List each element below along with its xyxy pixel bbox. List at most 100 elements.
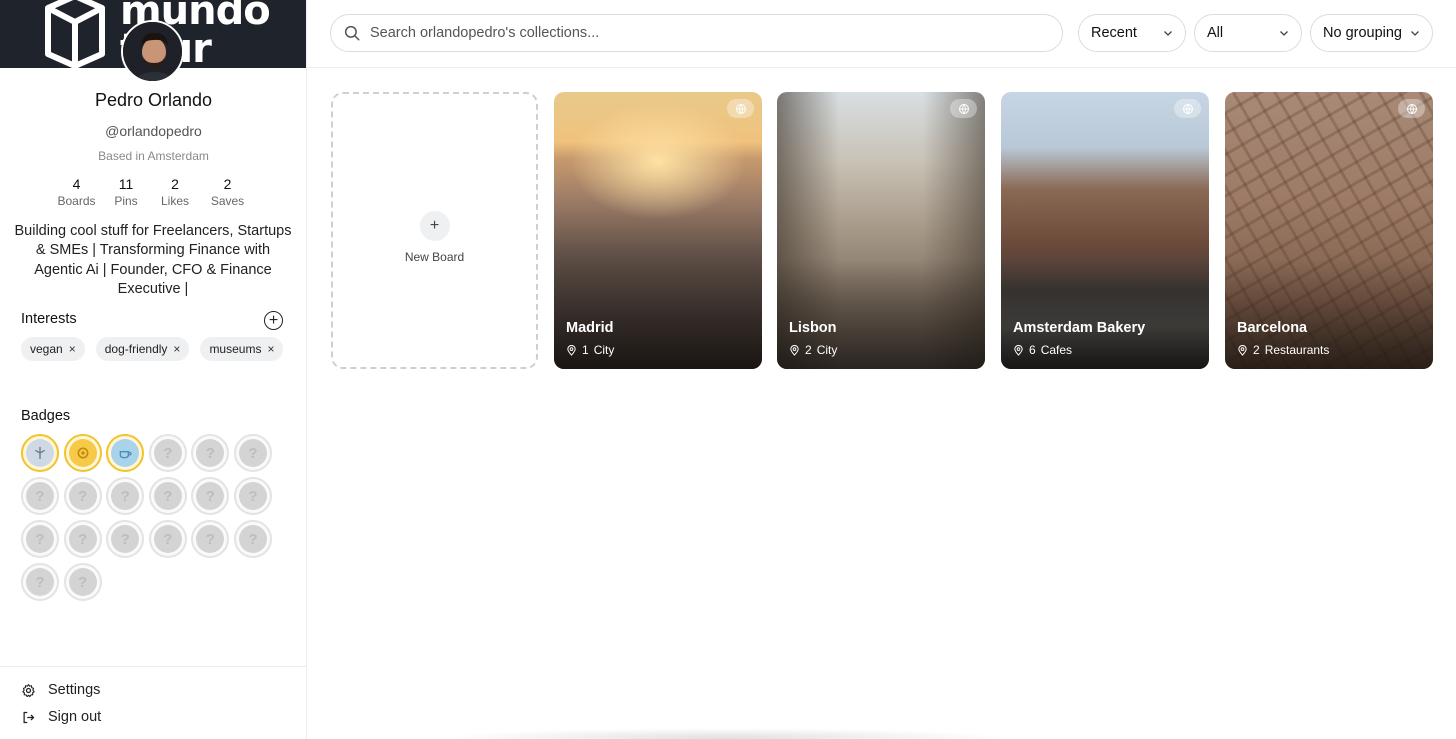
interest-chip-vegan[interactable]: vegan ×	[21, 337, 85, 361]
locked-badge[interactable]: ?	[191, 434, 230, 472]
question-mark-icon: ?	[196, 439, 225, 467]
locked-badge[interactable]: ?	[191, 477, 230, 515]
profile-location: Based in Amsterdam	[98, 149, 209, 163]
stat-value: 2	[171, 176, 179, 192]
locked-badge[interactable]: ?	[21, 563, 59, 601]
public-globe-icon	[1398, 99, 1425, 118]
board-category: City	[593, 343, 615, 357]
board-title: Barcelona	[1237, 320, 1308, 336]
signout-link[interactable]: Sign out	[21, 709, 101, 725]
add-interest-button[interactable]: +	[264, 311, 283, 330]
locked-badge[interactable]: ?	[63, 477, 102, 515]
locked-badge[interactable]: ?	[233, 477, 272, 515]
search-icon	[344, 25, 360, 41]
stat-value: 2	[223, 176, 232, 192]
public-globe-icon	[950, 99, 977, 118]
question-mark-icon: ?	[238, 525, 267, 553]
board-card-madrid[interactable]: Madrid 1 City	[554, 92, 762, 369]
public-globe-icon	[727, 99, 754, 118]
profile-handle: @orlandopedro	[105, 123, 202, 139]
badge-icon	[111, 439, 140, 467]
chevron-down-icon	[1280, 31, 1288, 36]
stat-pins[interactable]: 11 Pins	[103, 176, 149, 212]
stat-boards[interactable]: 4 Boards	[50, 176, 103, 212]
sidebar-divider	[0, 666, 307, 667]
board-meta: 6 Cafes	[1013, 343, 1072, 357]
board-card-lisbon[interactable]: Lisbon 2 City	[777, 92, 985, 369]
question-mark-icon: ?	[26, 568, 54, 596]
question-mark-icon: ?	[68, 482, 97, 510]
remove-chip-icon[interactable]: ×	[69, 342, 76, 356]
search-box[interactable]	[330, 14, 1063, 52]
board-category: Restaurants	[1264, 343, 1330, 357]
sort-dropdown-value: Recent	[1091, 25, 1137, 41]
board-title: Madrid	[566, 320, 614, 336]
locked-badge[interactable]: ?	[148, 477, 187, 515]
remove-chip-icon[interactable]: ×	[173, 342, 180, 356]
badges-heading: Badges	[21, 408, 71, 424]
search-input[interactable]	[370, 25, 1020, 41]
board-pin-count: 6	[1029, 343, 1036, 357]
stat-value: 11	[118, 176, 134, 192]
earned-badge[interactable]	[21, 434, 59, 472]
public-globe-icon	[1174, 99, 1201, 118]
grouping-dropdown[interactable]: No grouping	[1310, 14, 1433, 52]
locked-badge[interactable]: ?	[148, 520, 187, 558]
question-mark-icon: ?	[153, 482, 182, 510]
interest-chip-museums[interactable]: museums ×	[200, 337, 284, 361]
earned-badge[interactable]	[63, 434, 102, 472]
badge-icon	[26, 439, 54, 467]
question-mark-icon: ?	[26, 525, 54, 553]
locked-badge[interactable]: ?	[21, 520, 59, 558]
gear-icon	[22, 683, 35, 697]
locked-badge[interactable]: ?	[233, 520, 272, 558]
stat-saves[interactable]: 2 Saves	[201, 176, 254, 212]
sidebar-border	[306, 0, 307, 739]
locked-badge[interactable]: ?	[63, 520, 102, 558]
locked-badge[interactable]: ?	[106, 477, 145, 515]
sort-dropdown[interactable]: Recent	[1078, 14, 1186, 52]
board-pin-count: 2	[1253, 343, 1260, 357]
settings-link[interactable]: Settings	[21, 682, 100, 698]
board-title: Lisbon	[789, 320, 837, 336]
locked-badge[interactable]: ?	[191, 520, 230, 558]
badge-icon	[68, 439, 97, 467]
question-mark-icon: ?	[153, 439, 182, 467]
question-mark-icon: ?	[238, 439, 267, 467]
new-board-button[interactable]: + New Board	[331, 92, 538, 369]
badges-grid: ?????????????????	[21, 434, 281, 601]
earned-badge[interactable]	[106, 434, 145, 472]
avatar-portrait-icon	[123, 22, 182, 81]
top-bar: Recent All No grouping	[307, 0, 1456, 68]
stat-label: Boards	[57, 194, 96, 208]
locked-badge[interactable]: ?	[21, 477, 59, 515]
type-filter-dropdown[interactable]: All	[1194, 14, 1302, 52]
remove-chip-icon[interactable]: ×	[267, 342, 274, 356]
bottom-shadow	[440, 728, 1010, 739]
sign-out-icon	[23, 711, 35, 723]
stat-label: Saves	[210, 194, 245, 208]
locked-badge[interactable]: ?	[233, 434, 272, 472]
new-board-label: New Board	[404, 250, 465, 264]
avatar[interactable]	[121, 20, 184, 83]
board-pin-count: 1	[582, 343, 589, 357]
chevron-down-icon	[1164, 31, 1172, 36]
stat-likes[interactable]: 2 Likes	[149, 176, 201, 212]
board-meta: 1 City	[566, 343, 614, 357]
logo-mark-icon	[45, 0, 105, 68]
board-card-amsterdam-bakery[interactable]: Amsterdam Bakery 6 Cafes	[1001, 92, 1209, 369]
interest-chip-dog-friendly[interactable]: dog-friendly ×	[95, 337, 190, 361]
signout-label: Sign out	[48, 709, 102, 725]
locked-badge[interactable]: ?	[63, 563, 102, 601]
board-card-barcelona[interactable]: Barcelona 2 Restaurants	[1225, 92, 1433, 369]
plus-circle-icon: +	[268, 311, 279, 329]
board-meta: 2 City	[789, 343, 837, 357]
question-mark-icon: ?	[196, 482, 225, 510]
board-category: Cafes	[1040, 343, 1073, 357]
locked-badge[interactable]: ?	[106, 520, 145, 558]
question-mark-icon: ?	[26, 482, 54, 510]
profile-name: Pedro Orlando	[94, 90, 213, 110]
question-mark-icon: ?	[153, 525, 182, 553]
question-mark-icon: ?	[111, 482, 140, 510]
locked-badge[interactable]: ?	[148, 434, 187, 472]
